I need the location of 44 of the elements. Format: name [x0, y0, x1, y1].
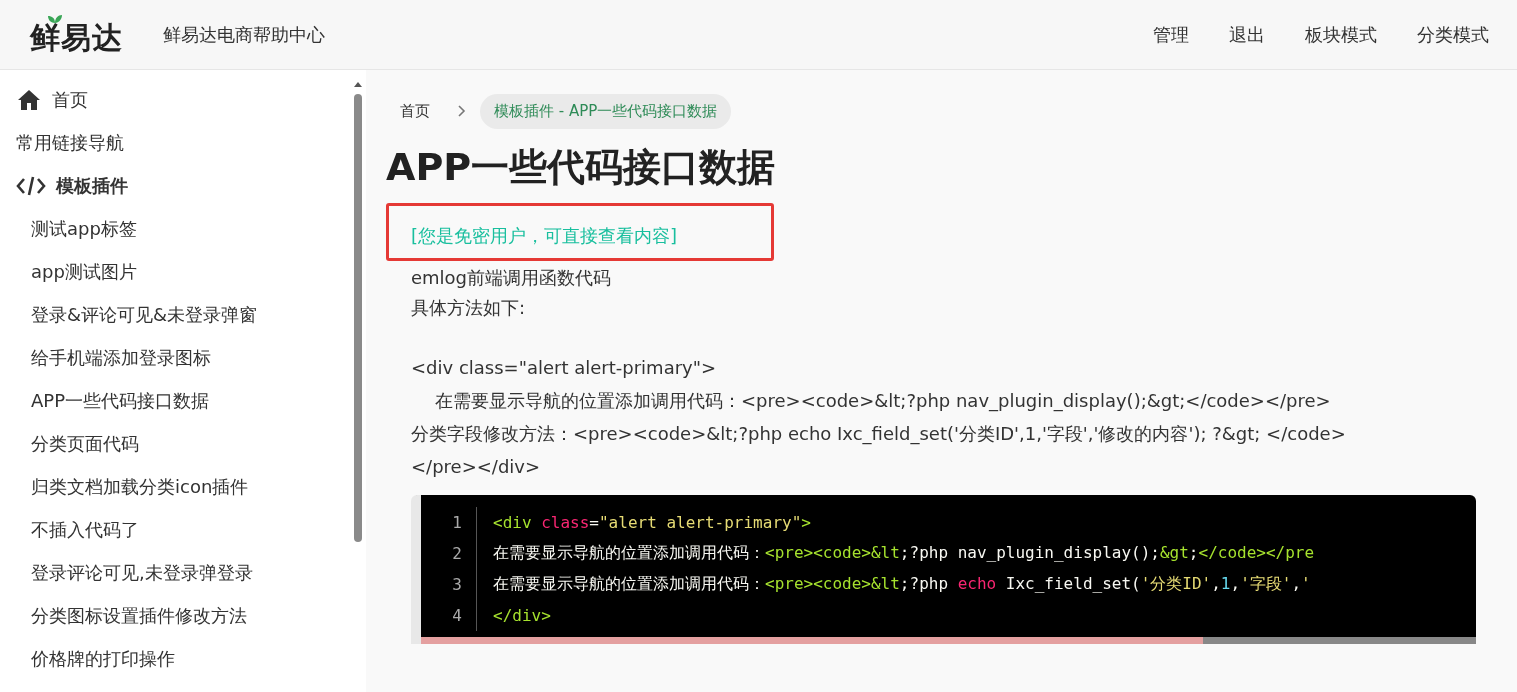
sidebar-item[interactable]: 归类文档加载分类icon插件 — [16, 465, 354, 508]
line-number: 1 — [421, 507, 477, 538]
access-notice: [您是免密用户，可直接查看内容] — [411, 225, 678, 246]
article-title: APP一些代码接口数据 — [386, 144, 777, 191]
sidebar-item[interactable]: app测试图片 — [16, 250, 354, 293]
nav-link[interactable]: 退出 — [1229, 22, 1265, 47]
breadcrumb-link[interactable]: 首页 — [386, 93, 444, 129]
sidebar-item[interactable]: 分类页面代码 — [16, 422, 354, 465]
code-line: 在需要显示导航的位置添加调用代码：<pre><code>&lt;?php nav_plugin_display();&gt;</code></pre — [492, 543, 1315, 564]
sidebar-item[interactable]: 首页 — [16, 78, 354, 121]
sidebar-item[interactable]: 分类图标设置插件修改方法 — [16, 594, 354, 637]
line-number: 2 — [421, 538, 477, 569]
nav-link[interactable]: 板块模式 — [1305, 22, 1377, 47]
nav-link[interactable]: 管理 — [1153, 22, 1189, 47]
sidebar-item[interactable]: 模板插件 — [16, 164, 354, 207]
code-text: <div class="alert alert-primary"> — [411, 356, 718, 380]
code-text: 在需要显示导航的位置添加调用代码：<pre><code>&lt;?php nav_plugin_display();&gt;</code></pre> — [434, 389, 1332, 414]
scrollbar[interactable] — [354, 82, 362, 542]
sidebar-item[interactable]: 价格牌的打印操作 — [16, 637, 354, 680]
sidebar-item[interactable]: 给手机端添加登录图标 — [16, 336, 354, 379]
breadcrumb-link[interactable]: 模板插件 - APP一些代码接口数据 — [480, 93, 732, 129]
sidebar-item[interactable]: APP一些代码接口数据 — [16, 379, 354, 422]
code-icon — [16, 174, 46, 197]
code-text: </pre></div> — [411, 455, 542, 479]
code-line: </div> — [492, 606, 551, 625]
leaf-icon — [47, 13, 63, 24]
site-logo[interactable]: 鲜易达 — [30, 13, 123, 56]
code-line: <div class="alert alert-primary"> — [492, 513, 811, 532]
line-number: 4 — [421, 600, 477, 631]
sidebar-item[interactable]: 测试app标签 — [16, 207, 354, 250]
home-icon — [16, 88, 42, 111]
chevron-icon — [458, 105, 466, 117]
sidebar-item[interactable]: 常用链接导航 — [16, 121, 354, 164]
sidebar-item[interactable]: 登录&评论可见&未登录弹窗 — [16, 293, 354, 336]
site-title: 鲜易达电商帮助中心 — [163, 22, 325, 47]
sidebar-item[interactable]: 不插入代码了 — [16, 508, 354, 551]
line-number: 3 — [421, 569, 477, 600]
paragraph: 具体方法如下: — [411, 296, 527, 320]
code-text: 分类字段修改方法：<pre><code>&lt;?php echo Ixc_field_set('分类ID',1,'字段','修改的内容'); ?&gt; </code> — [411, 422, 1347, 447]
scrollbar[interactable] — [421, 637, 1476, 644]
nav-link[interactable]: 分类模式 — [1417, 22, 1489, 47]
paragraph: emlog前端调用函数代码 — [411, 266, 613, 290]
code-line: 在需要显示导航的位置添加调用代码：<pre><code>&lt;?php echo Ixc_field_set('分类ID',1,'字段',' — [492, 574, 1311, 595]
sidebar-item[interactable]: 登录评论可见,未登录弹登录 — [16, 551, 354, 594]
